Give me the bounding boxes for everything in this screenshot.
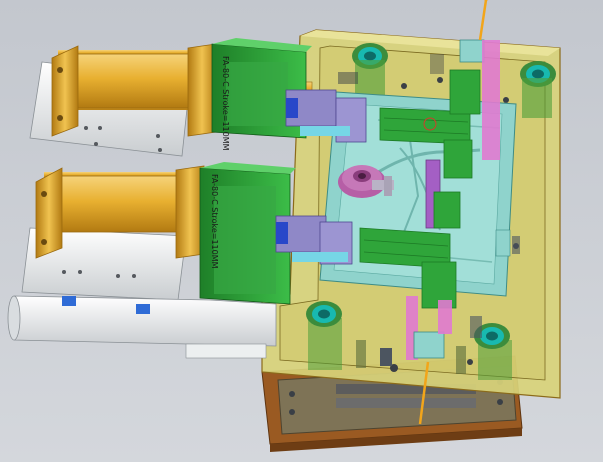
cad-viewport[interactable]: FA-80-C Stroke=110MM FA-80-C Stroke=110M… <box>0 0 603 462</box>
guide-bushing-bottom-left <box>306 301 342 370</box>
cylinder-label-upper: FA-80-C Stroke=110MM <box>221 56 230 151</box>
guide-bushing-top-right <box>520 61 556 118</box>
cylinder-label-lower: FA-80-C Stroke=110MM <box>210 174 219 269</box>
guide-bushing-top-left <box>352 43 388 100</box>
mold-assembly-model[interactable]: FA-80-C Stroke=110MM FA-80-C Stroke=110M… <box>0 0 603 462</box>
